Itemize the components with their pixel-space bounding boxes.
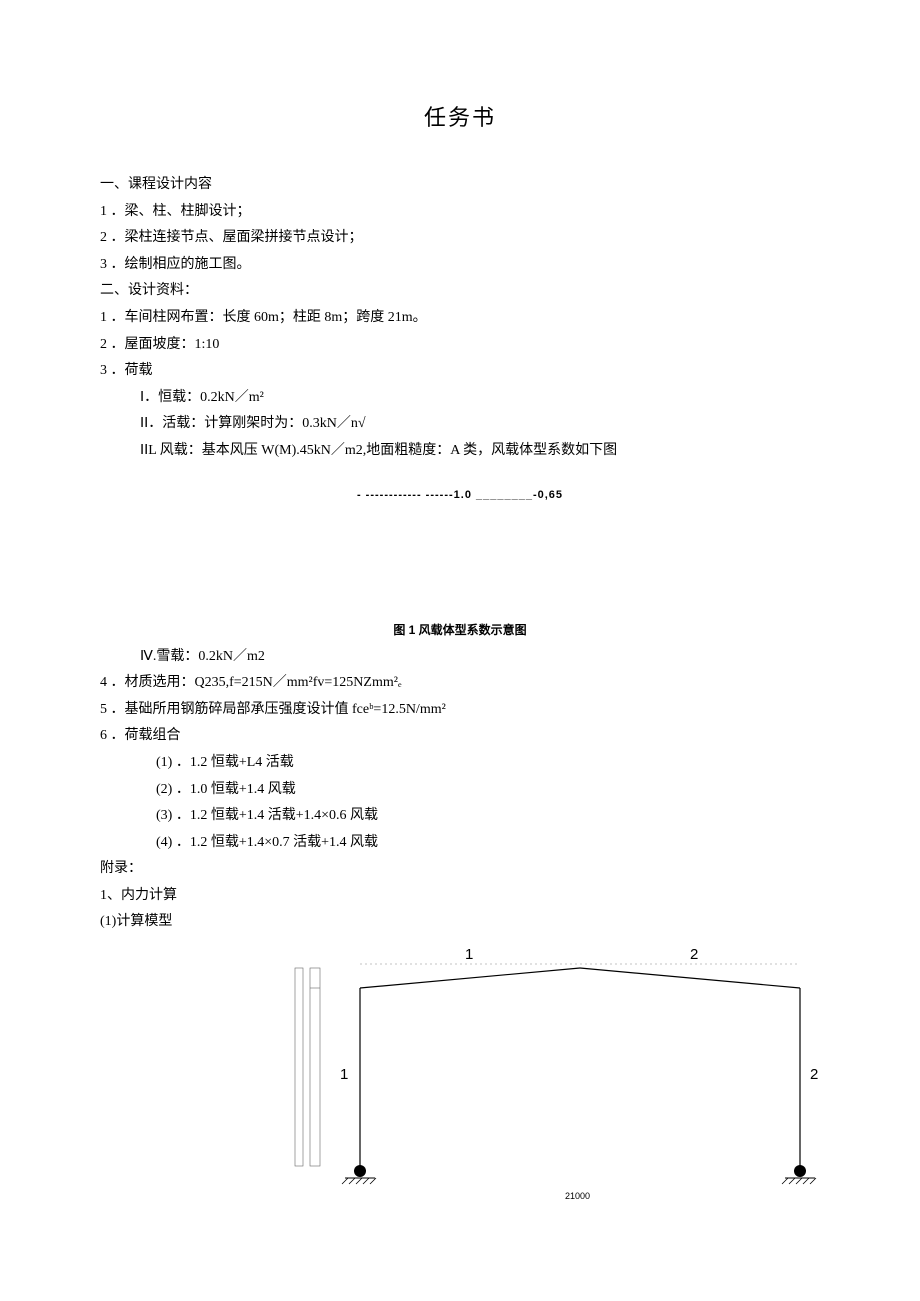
span-dimension: 21000 [565, 1191, 590, 1201]
appendix-heading: 附录： [100, 856, 820, 883]
s2-item6: 6 ．荷载组合 [100, 723, 820, 750]
section1-heading: 一、课程设计内容 [100, 172, 820, 199]
s2-item4: 4 ．材质选用：Q235,f=215N／mm²fv=125NZmm²ₑ [100, 670, 820, 697]
load-dead: Ⅰ．恒载：0.2kN／m² [100, 385, 820, 412]
section2-heading: 二、设计资料： [100, 278, 820, 305]
appendix-sub1: (1)计算模型 [100, 909, 820, 936]
s2-item2: 2 ．屋面坡度：1:10 [100, 332, 820, 359]
combo3: (3) ．1.2 恒载+1.4 活载+1.4×0.6 风载 [100, 803, 820, 830]
s2-item3: 3 ．荷载 [100, 358, 820, 385]
load-wind: ⅠⅠL 风载：基本风压 W(M).45kN／m2,地面粗糙度：A 类，风载体型系… [100, 438, 820, 465]
s1-item2: 2 ．梁柱连接节点、屋面梁拼接节点设计； [100, 225, 820, 252]
s1-item1: 1 ．梁、柱、柱脚设计； [100, 199, 820, 226]
appendix-item1: 1、内力计算 [100, 883, 820, 910]
column-label-1: 1 [340, 1066, 348, 1083]
combo1: (1) ．1.2 恒载+L4 活载 [100, 750, 820, 777]
s1-item3: 3 ．绘制相应的施工图。 [100, 252, 820, 279]
wind-figure-caption: 图 1 风载体型系数示意图 [100, 621, 820, 638]
load-live: ⅠⅠ．活载：计算刚架时为：0.3kN／n√ [100, 411, 820, 438]
frame-diagram: 1 2 1 2 21000 [220, 946, 920, 1206]
load-snow: Ⅳ.雪载：0.2kN／m2 [100, 644, 820, 671]
combo2: (2) ．1.0 恒载+1.4 风载 [100, 777, 820, 804]
combo4: (4) ．1.2 恒载+1.4×0.7 活载+1.4 风载 [100, 830, 820, 857]
beam-label-2: 2 [690, 946, 698, 963]
s2-item5: 5 ．基础所用钢筋碎局部承压强度设计值 fceᵇ=12.5N/mm² [100, 697, 820, 724]
doc-title: 任务书 [100, 100, 820, 132]
column-label-2: 2 [810, 1066, 818, 1083]
beam-label-1: 1 [465, 946, 473, 963]
s2-item1: 1 ．车间柱网布置：长度 60m；柱距 8m；跨度 21m。 [100, 305, 820, 332]
wind-coeff-values: - ------------ ------1.0 ________-0,65 [100, 489, 820, 501]
